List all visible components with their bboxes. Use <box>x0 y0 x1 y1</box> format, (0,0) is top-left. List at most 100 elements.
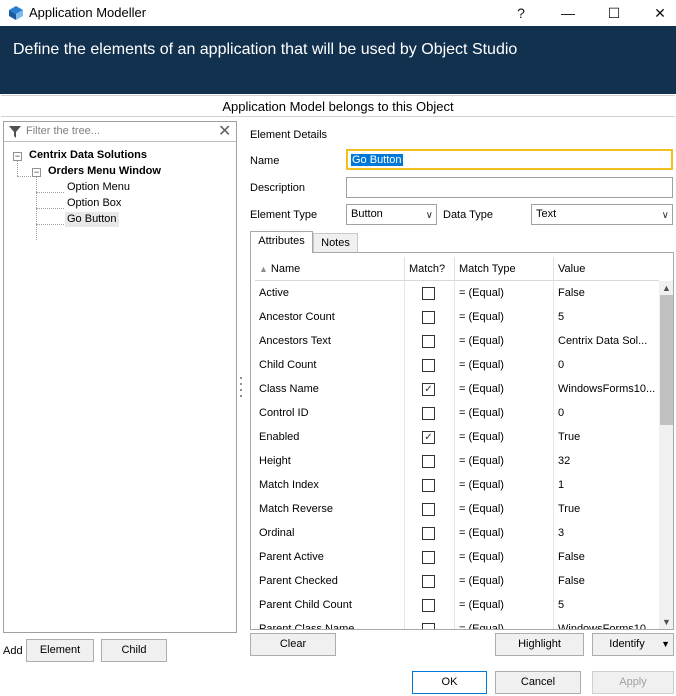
match-type-cell[interactable]: = (Equal) <box>455 401 554 425</box>
table-row[interactable]: Ancestors Text = (Equal) Centrix Data Sol… <box>255 329 659 353</box>
table-row[interactable]: Parent Checked = (Equal) False <box>255 569 659 593</box>
match-type-cell[interactable]: = (Equal) <box>455 497 554 521</box>
match-type-cell[interactable]: = (Equal) <box>455 545 554 569</box>
table-row[interactable]: Match Index = (Equal) 1 <box>255 473 659 497</box>
tree-node-window[interactable]: Orders Menu Window <box>48 164 161 179</box>
dropdown-arrow-icon[interactable]: ▼ <box>661 634 670 655</box>
match-checkbox[interactable] <box>422 311 435 324</box>
match-checkbox[interactable] <box>422 335 435 348</box>
table-row[interactable]: Height = (Equal) 32 <box>255 449 659 473</box>
value-cell[interactable]: Centrix Data Sol... <box>554 329 659 353</box>
match-type-cell[interactable]: = (Equal) <box>455 377 554 401</box>
value-cell[interactable]: False <box>554 545 659 569</box>
clear-filter-icon[interactable]: ✕ <box>218 123 231 141</box>
match-checkbox[interactable] <box>422 575 435 588</box>
match-checkbox[interactable] <box>422 503 435 516</box>
match-checkbox[interactable] <box>422 479 435 492</box>
match-checkbox[interactable]: ✓ <box>422 431 435 444</box>
value-cell[interactable]: WindowsForms10... <box>554 617 659 629</box>
value-cell[interactable]: True <box>554 425 659 449</box>
table-row[interactable]: Ancestor Count = (Equal) 5 <box>255 305 659 329</box>
value-cell[interactable]: 3 <box>554 521 659 545</box>
add-element-button[interactable]: Element <box>26 639 94 662</box>
match-type-cell[interactable]: = (Equal) <box>455 305 554 329</box>
match-type-cell[interactable]: = (Equal) <box>455 425 554 449</box>
match-checkbox[interactable] <box>422 455 435 468</box>
element-type-value: Button <box>351 208 383 220</box>
value-cell[interactable]: False <box>554 569 659 593</box>
match-type-cell[interactable]: = (Equal) <box>455 521 554 545</box>
ok-button[interactable]: OK <box>412 671 487 694</box>
help-button[interactable]: ? <box>506 2 536 24</box>
table-row[interactable]: Parent Active = (Equal) False <box>255 545 659 569</box>
table-row[interactable]: Active = (Equal) False <box>255 281 659 305</box>
value-cell[interactable]: WindowsForms10... <box>554 377 659 401</box>
match-type-cell[interactable]: = (Equal) <box>455 569 554 593</box>
table-row[interactable]: Ordinal = (Equal) 3 <box>255 521 659 545</box>
collapse-window-icon[interactable]: − <box>32 168 41 177</box>
maximize-button[interactable]: ☐ <box>599 2 629 24</box>
match-checkbox[interactable] <box>422 623 435 629</box>
value-cell[interactable]: 0 <box>554 401 659 425</box>
column-header-match-type[interactable]: Match Type <box>455 257 554 281</box>
match-type-cell[interactable]: = (Equal) <box>455 617 554 629</box>
tree-node-root[interactable]: Centrix Data Solutions <box>29 148 147 163</box>
minimize-button[interactable]: — <box>553 2 583 24</box>
table-row[interactable]: Class Name ✓ = (Equal) WindowsForms10... <box>255 377 659 401</box>
match-checkbox[interactable] <box>422 407 435 420</box>
highlight-button[interactable]: Highlight <box>495 633 584 656</box>
tab-notes[interactable]: Notes <box>313 233 358 253</box>
value-cell[interactable]: 0 <box>554 353 659 377</box>
match-type-cell[interactable]: = (Equal) <box>455 593 554 617</box>
element-type-select[interactable]: Button ∨ <box>346 204 437 225</box>
value-cell[interactable]: 1 <box>554 473 659 497</box>
match-type-cell[interactable]: = (Equal) <box>455 473 554 497</box>
tree-node-option-menu[interactable]: Option Menu <box>67 180 130 195</box>
tab-attributes[interactable]: Attributes <box>250 231 313 253</box>
table-row[interactable]: Match Reverse = (Equal) True <box>255 497 659 521</box>
name-field[interactable]: Go Button <box>346 149 673 170</box>
match-checkbox[interactable]: ✓ <box>422 383 435 396</box>
match-checkbox[interactable] <box>422 359 435 372</box>
match-cell <box>405 305 455 329</box>
tree-node-go-button[interactable]: Go Button <box>65 212 119 227</box>
value-cell[interactable]: 32 <box>554 449 659 473</box>
table-row[interactable]: Child Count = (Equal) 0 <box>255 353 659 377</box>
table-row[interactable]: Parent Class Name = (Equal) WindowsForms10… <box>255 617 659 629</box>
match-checkbox[interactable] <box>422 287 435 300</box>
match-checkbox[interactable] <box>422 599 435 612</box>
table-row[interactable]: Control ID = (Equal) 0 <box>255 401 659 425</box>
table-row[interactable]: Parent Child Count = (Equal) 5 <box>255 593 659 617</box>
tree-filter-input[interactable]: Filter the tree... <box>26 125 100 137</box>
tree-filter[interactable]: Filter the tree... ✕ <box>4 122 236 142</box>
match-type-cell[interactable]: = (Equal) <box>455 329 554 353</box>
cancel-button[interactable]: Cancel <box>495 671 581 694</box>
description-field[interactable] <box>346 177 673 198</box>
identify-button[interactable]: Identify ▼ <box>592 633 674 656</box>
match-type-cell[interactable]: = (Equal) <box>455 449 554 473</box>
match-checkbox[interactable] <box>422 527 435 540</box>
data-type-select[interactable]: Text ∨ <box>531 204 673 225</box>
add-child-button[interactable]: Child <box>101 639 167 662</box>
value-cell[interactable]: 5 <box>554 305 659 329</box>
pane-splitter[interactable] <box>240 377 243 403</box>
match-type-cell[interactable]: = (Equal) <box>455 353 554 377</box>
scrollbar-thumb[interactable] <box>660 295 673 425</box>
column-header-match[interactable]: Match? <box>405 257 455 281</box>
table-row[interactable]: Enabled ✓ = (Equal) True <box>255 425 659 449</box>
value-cell[interactable]: 5 <box>554 593 659 617</box>
apply-button[interactable]: Apply <box>592 671 674 694</box>
scroll-up-icon[interactable]: ▲ <box>659 281 673 295</box>
clear-button[interactable]: Clear <box>250 633 336 656</box>
grid-scrollbar[interactable]: ▲ ▼ <box>659 281 673 629</box>
close-button[interactable]: ✕ <box>645 2 675 24</box>
value-cell[interactable]: True <box>554 497 659 521</box>
match-type-cell[interactable]: = (Equal) <box>455 281 554 305</box>
collapse-root-icon[interactable]: − <box>13 152 22 161</box>
column-header-value[interactable]: Value <box>554 257 659 281</box>
value-cell[interactable]: False <box>554 281 659 305</box>
tree-node-option-box[interactable]: Option Box <box>67 196 121 211</box>
scroll-down-icon[interactable]: ▼ <box>659 615 673 629</box>
match-checkbox[interactable] <box>422 551 435 564</box>
column-header-name[interactable]: ▲ Name <box>255 257 405 281</box>
